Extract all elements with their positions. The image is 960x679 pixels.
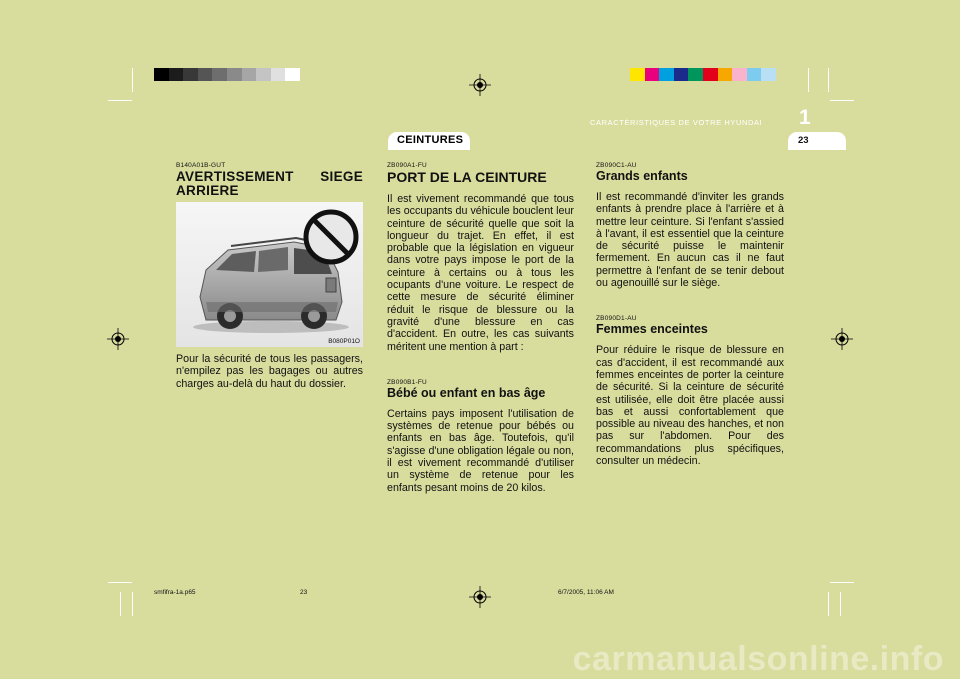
grayscale-swatch xyxy=(241,68,257,81)
section-title: Grands enfants xyxy=(596,169,688,183)
color-swatch xyxy=(673,68,689,81)
color-swatch xyxy=(702,68,718,81)
registration-mark-icon xyxy=(469,586,491,608)
image-code: B080P01O xyxy=(328,338,360,345)
section-code: B140A01B-GUT xyxy=(176,162,226,169)
color-calibration-bar xyxy=(630,68,776,81)
grayscale-swatch xyxy=(154,68,169,81)
grayscale-swatch xyxy=(256,68,271,81)
grayscale-swatch xyxy=(183,68,198,81)
color-swatch xyxy=(746,68,762,81)
color-swatch xyxy=(659,68,674,81)
color-swatch xyxy=(630,68,645,81)
section-title: PORT DE LA CEINTURE xyxy=(387,169,547,185)
footer-file-page: 23 xyxy=(300,589,308,596)
color-swatch xyxy=(717,68,733,81)
grayscale-swatch xyxy=(168,68,184,81)
color-swatch xyxy=(732,68,747,81)
section-code: ZB090D1-AU xyxy=(596,315,637,323)
footer-timestamp: 6/7/2005, 11:06 AM xyxy=(558,589,614,596)
footer-file-name: smfifra-1a.p65 xyxy=(154,589,196,596)
registration-mark-icon xyxy=(469,74,491,96)
section-code: ZB090A1-FU xyxy=(387,162,427,169)
grayscale-swatch xyxy=(212,68,227,81)
section-body: Il est recommandé d'inviter les grands e… xyxy=(596,191,784,290)
page-number: 23 xyxy=(798,135,809,146)
section-title: AVERTISSEMENT SIEGE ARRIERE xyxy=(176,169,363,198)
car-illustration: B080P01O xyxy=(176,202,363,347)
registration-mark-icon xyxy=(107,328,129,350)
color-swatch xyxy=(761,68,776,81)
section-code: ZB090C1-AU xyxy=(596,162,637,169)
section-code: ZB090B1-FU xyxy=(387,378,427,386)
grayscale-swatch xyxy=(270,68,286,81)
color-swatch xyxy=(644,68,660,81)
chapter-title: CARACTÉRISTIQUES DE VOTRE HYUNDAI xyxy=(590,118,763,127)
grayscale-swatch xyxy=(285,68,300,81)
grayscale-swatch xyxy=(226,68,242,81)
watermark: carmanualsonline.info xyxy=(572,640,944,678)
section-body: Il est vivement recommandé que tous les … xyxy=(387,193,574,353)
section-title: Femmes enceintes xyxy=(596,322,708,337)
grayscale-swatch xyxy=(197,68,213,81)
section-body: Pour la sécurité de tous les passagers, … xyxy=(176,353,363,390)
section-title: Bébé ou enfant en bas âge xyxy=(387,385,546,400)
right-column: ZB090C1-AU Grands enfants Il est recomma… xyxy=(596,162,784,467)
grayscale-calibration-bar xyxy=(154,68,300,81)
section-body: Certains pays imposent l'utilisation de … xyxy=(387,407,574,494)
chapter-number: 1 xyxy=(799,106,811,129)
suv-rear-icon xyxy=(176,202,363,347)
section-tab-label: CEINTURES xyxy=(397,134,464,146)
section-body: Pour réduire le risque de blessure en ca… xyxy=(596,344,784,468)
color-swatch xyxy=(688,68,703,81)
middle-column: ZB090A1-FU PORT DE LA CEINTURE Il est vi… xyxy=(387,162,574,494)
registration-mark-icon xyxy=(831,328,853,350)
left-column: B140A01B-GUT AVERTISSEMENT SIEGE ARRIERE xyxy=(176,162,363,390)
